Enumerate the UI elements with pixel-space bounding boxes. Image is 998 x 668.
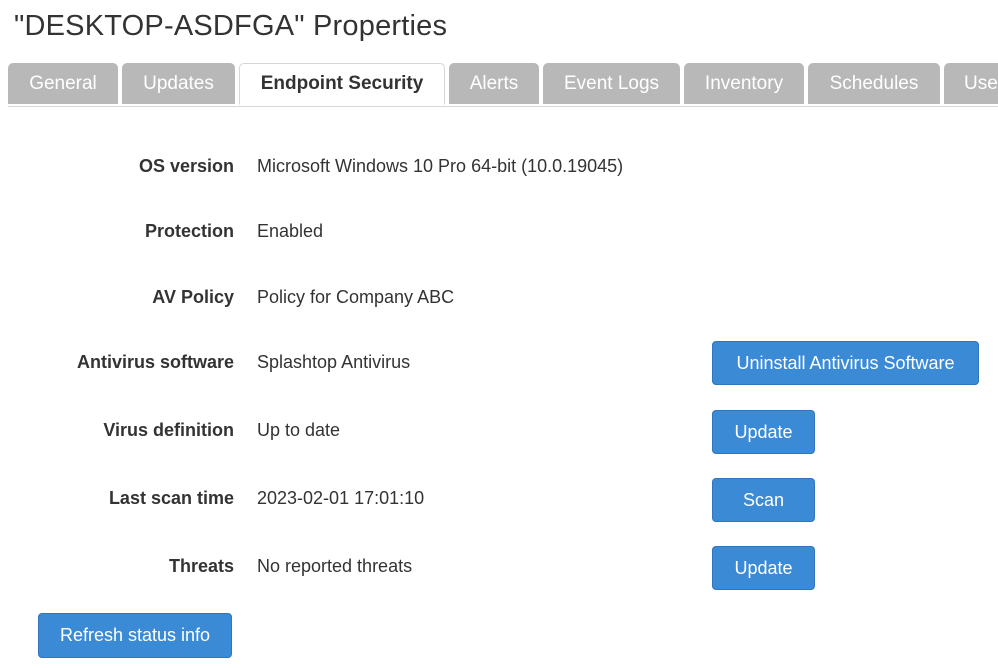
threats-label: Threats: [168, 556, 234, 576]
av-policy-value: Policy for Company ABC: [257, 287, 455, 307]
antivirus-software-label: Antivirus software: [76, 352, 234, 372]
last-scan-time-label: Last scan time: [108, 488, 234, 508]
antivirus-software-value: Splashtop Antivirus: [257, 352, 411, 372]
last-scan-time-row: Last scan time 2023-02-01 17:01:10 Scan: [0, 478, 998, 522]
tab-schedules[interactable]: Schedules: [808, 63, 940, 104]
tab-endpoint-security[interactable]: Endpoint Security: [239, 63, 445, 105]
tab-event-logs[interactable]: Event Logs: [543, 63, 680, 104]
protection-label: Protection: [144, 221, 234, 241]
properties-page: "DESKTOP-ASDFGA" Properties General Upda…: [0, 0, 998, 668]
virus-definition-value: Up to date: [257, 420, 341, 440]
tab-alerts[interactable]: Alerts: [449, 63, 539, 104]
update-definitions-button[interactable]: Update: [712, 410, 815, 454]
tab-users[interactable]: Use: [944, 63, 998, 104]
protection-value: Enabled: [257, 221, 324, 241]
threats-value: No reported threats: [257, 556, 413, 576]
tab-general[interactable]: General: [8, 63, 118, 104]
av-policy-row: AV Policy Policy for Company ABC: [0, 277, 998, 317]
page-title: "DESKTOP-ASDFGA" Properties: [14, 10, 448, 42]
tab-updates[interactable]: Updates: [122, 63, 235, 104]
virus-definition-label: Virus definition: [103, 420, 234, 440]
tab-inventory[interactable]: Inventory: [684, 63, 804, 104]
protection-row: Protection Enabled: [0, 211, 998, 251]
virus-definition-row: Virus definition Up to date Update: [0, 410, 998, 454]
threats-row: Threats No reported threats Update: [0, 546, 998, 590]
antivirus-software-row: Antivirus software Splashtop Antivirus U…: [0, 341, 998, 385]
scan-button[interactable]: Scan: [712, 478, 815, 522]
refresh-status-button[interactable]: Refresh status info: [38, 613, 232, 658]
tab-bar: General Updates Endpoint Security Alerts…: [8, 63, 998, 107]
os-version-row: OS version Microsoft Windows 10 Pro 64-b…: [0, 146, 998, 186]
os-version-value: Microsoft Windows 10 Pro 64-bit (10.0.19…: [257, 156, 624, 176]
os-version-label: OS version: [138, 156, 234, 176]
uninstall-antivirus-button[interactable]: Uninstall Antivirus Software: [712, 341, 979, 385]
last-scan-time-value: 2023-02-01 17:01:10: [257, 488, 425, 508]
av-policy-label: AV Policy: [152, 287, 234, 307]
update-threats-button[interactable]: Update: [712, 546, 815, 590]
